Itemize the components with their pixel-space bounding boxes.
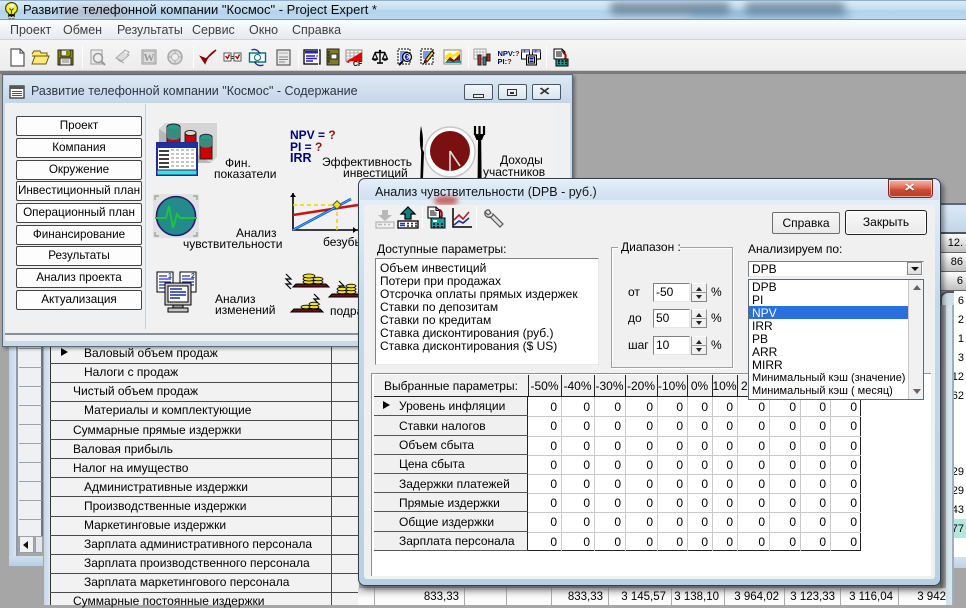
svg-text:CF: CF: [353, 61, 363, 68]
svg-text:PI:?: PI:?: [498, 57, 513, 66]
svg-text:2: 2: [191, 273, 195, 280]
svg-text:W: W: [144, 52, 155, 64]
svg-text:1: 1: [168, 273, 172, 280]
svg-text:€: €: [405, 53, 410, 62]
